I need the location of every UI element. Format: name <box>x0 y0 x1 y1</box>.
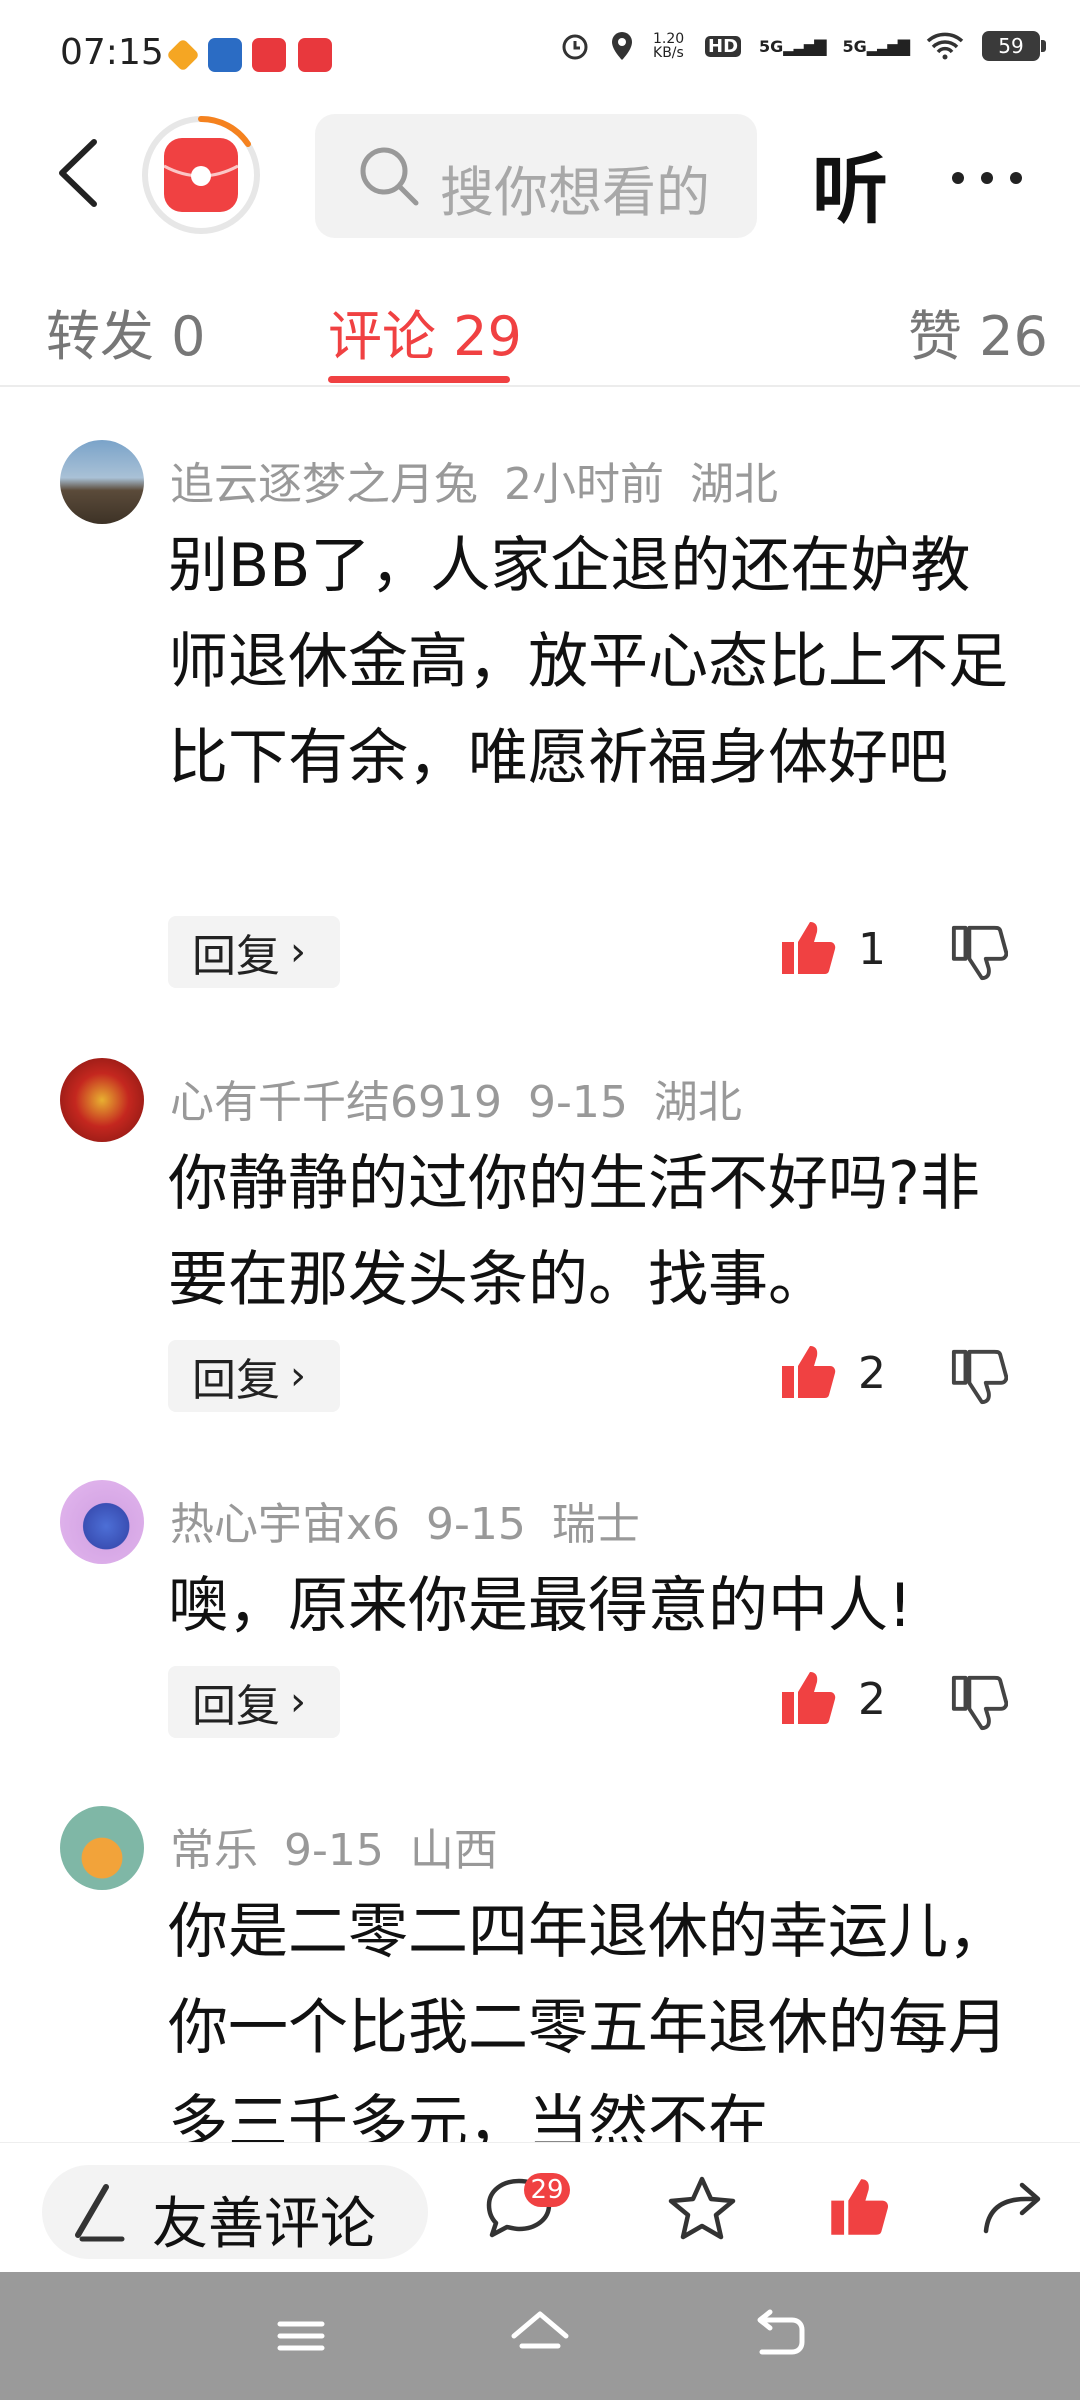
notification-icon-4 <box>298 38 332 72</box>
pen-icon <box>75 2184 125 2242</box>
search-bar[interactable]: 搜你想看的 <box>315 114 757 238</box>
comment-location: 瑞士 <box>551 1499 640 1550</box>
reply-button[interactable]: 回复 › <box>168 1340 340 1412</box>
system-navigation-bar <box>0 2272 1080 2400</box>
app-logo-avatar[interactable] <box>140 114 262 236</box>
thumbs-up-icon[interactable] <box>826 2175 892 2239</box>
battery-indicator: 59 <box>982 31 1046 61</box>
comment-text: 噢，原来你是最得意的中人! <box>168 1571 913 1641</box>
reply-button[interactable]: 回复 › <box>168 916 340 988</box>
comment-location: 山西 <box>409 1825 498 1876</box>
alarm-icon <box>562 34 588 60</box>
location-icon <box>612 32 633 60</box>
comment-item: 常乐 9-15 山西 你是二零二四年退休的幸运儿，你一个比我二零五年退休的每月多三千… <box>0 1806 1080 2142</box>
hd-badge: HD <box>705 35 742 57</box>
tab-comments[interactable]: 评论 29 <box>328 292 522 371</box>
back-icon[interactable] <box>752 2306 808 2366</box>
comment-meta: 心有千千结6919 9-15 湖北 <box>170 1066 768 1130</box>
top-nav: 搜你想看的 听 <box>0 108 1080 238</box>
comment-text: 别BB了，人家企退的还在妒教师退休金高，放平心态比上不足比下有余，唯愿祈福身体好… <box>168 531 1008 793</box>
like-count: 2 <box>858 1348 886 1399</box>
wifi-icon <box>926 32 964 60</box>
reply-label: 回复 <box>192 931 280 982</box>
search-icon <box>360 147 419 206</box>
status-time: 07:15 <box>60 32 164 73</box>
chevron-right-icon: › <box>290 929 306 975</box>
reply-label: 回复 <box>192 1355 280 1406</box>
user-avatar[interactable] <box>60 1480 144 1564</box>
comment-text: 你是二零二四年退休的幸运儿，你一个比我二零五年退休的每月多三千多元，当然不在 <box>168 1897 1008 2142</box>
thumbs-up-icon[interactable] <box>778 918 838 978</box>
menu-icon[interactable] <box>276 2306 326 2366</box>
active-tab-indicator <box>328 376 510 383</box>
bottom-action-bar: 友善评论 29 <box>0 2142 1080 2273</box>
comment-count-badge: 29 <box>524 2173 570 2207</box>
status-bar: 07:15 1.20 KB/s HD 5G▂▃▅▇ 5G▂▃▅▇ 59 <box>0 0 1080 108</box>
signal-1-label: 5G <box>759 36 784 56</box>
notification-icon-1 <box>166 38 200 72</box>
back-arrow-icon[interactable] <box>50 138 110 208</box>
net-speed: 1.20 KB/s <box>653 31 685 61</box>
comment-location: 湖北 <box>690 459 778 510</box>
tab-bar: 转发 0 评论 29 赞 26 <box>0 280 1080 387</box>
comment-meta: 常乐 9-15 山西 <box>170 1814 524 1878</box>
notification-icon-2 <box>208 38 242 72</box>
more-options-icon[interactable] <box>950 170 1024 186</box>
comment-username[interactable]: 热心宇宙x6 <box>170 1499 400 1550</box>
status-right-cluster: 1.20 KB/s HD 5G▂▃▅▇ 5G▂▃▅▇ 59 <box>559 30 1046 62</box>
user-avatar[interactable] <box>60 1806 144 1890</box>
comment-input[interactable]: 友善评论 <box>42 2165 428 2259</box>
thumbs-up-icon[interactable] <box>778 1342 838 1402</box>
reply-button[interactable]: 回复 › <box>168 1666 340 1738</box>
search-placeholder: 搜你想看的 <box>440 161 710 224</box>
comment-text: 你静静的过你的生活不好吗?非要在那发头条的。找事。 <box>168 1149 980 1315</box>
user-avatar[interactable] <box>60 440 144 524</box>
tab-likes[interactable]: 赞 26 <box>908 292 1048 371</box>
chevron-right-icon: › <box>290 1679 306 1725</box>
thumbs-up-icon[interactable] <box>778 1668 838 1728</box>
signal-1: 5G▂▃▅▇ <box>759 36 826 56</box>
thumbs-down-icon[interactable] <box>950 924 1008 982</box>
comment-username[interactable]: 心有千千结6919 <box>170 1077 502 1128</box>
comment-time: 9-15 <box>527 1077 628 1128</box>
comment-username[interactable]: 常乐 <box>170 1825 258 1876</box>
tab-reposts[interactable]: 转发 0 <box>46 292 206 371</box>
signal-2: 5G▂▃▅▇ <box>842 36 910 56</box>
comment-time: 9-15 <box>284 1825 384 1876</box>
listen-button[interactable]: 听 <box>812 128 888 238</box>
comment-time: 9-15 <box>426 1499 526 1550</box>
thumbs-down-icon[interactable] <box>950 1674 1008 1732</box>
notification-icon-3 <box>252 38 286 72</box>
like-count: 1 <box>858 924 886 975</box>
comment-meta: 热心宇宙x6 9-15 瑞士 <box>170 1488 666 1552</box>
thumbs-down-icon[interactable] <box>950 1348 1008 1406</box>
user-avatar[interactable] <box>60 1058 144 1142</box>
home-icon[interactable] <box>508 2306 572 2366</box>
comment-time: 2小时前 <box>504 459 664 510</box>
star-icon[interactable] <box>668 2175 736 2241</box>
comment-location: 湖北 <box>653 1077 742 1128</box>
share-arrow-icon[interactable] <box>980 2175 1044 2235</box>
comment-username[interactable]: 追云逐梦之月兔 <box>170 459 478 510</box>
signal-2-label: 5G <box>842 36 867 56</box>
comment-input-placeholder: 友善评论 <box>152 2192 376 2257</box>
reply-label: 回复 <box>192 1681 280 1732</box>
like-count: 2 <box>858 1674 886 1725</box>
comment-meta: 追云逐梦之月兔 2小时前 湖北 <box>170 448 804 512</box>
chevron-right-icon: › <box>290 1353 306 1399</box>
